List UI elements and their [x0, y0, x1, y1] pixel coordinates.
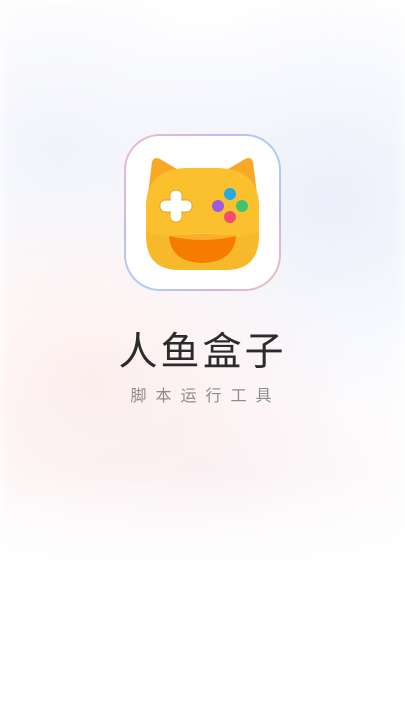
button-red-icon	[224, 211, 236, 223]
app-logo-tile	[126, 136, 279, 289]
button-green-icon	[236, 200, 248, 212]
game-controller-cat-icon	[146, 158, 259, 270]
button-purple-icon	[212, 200, 224, 212]
background-fade	[0, 470, 405, 720]
app-tagline: 脚本运行工具	[130, 386, 281, 405]
button-blue-icon	[224, 188, 236, 200]
app-name: 人鱼盒子	[118, 330, 287, 375]
app-logo	[124, 134, 281, 291]
splash-screen: 人鱼盒子 脚本运行工具	[0, 0, 405, 720]
